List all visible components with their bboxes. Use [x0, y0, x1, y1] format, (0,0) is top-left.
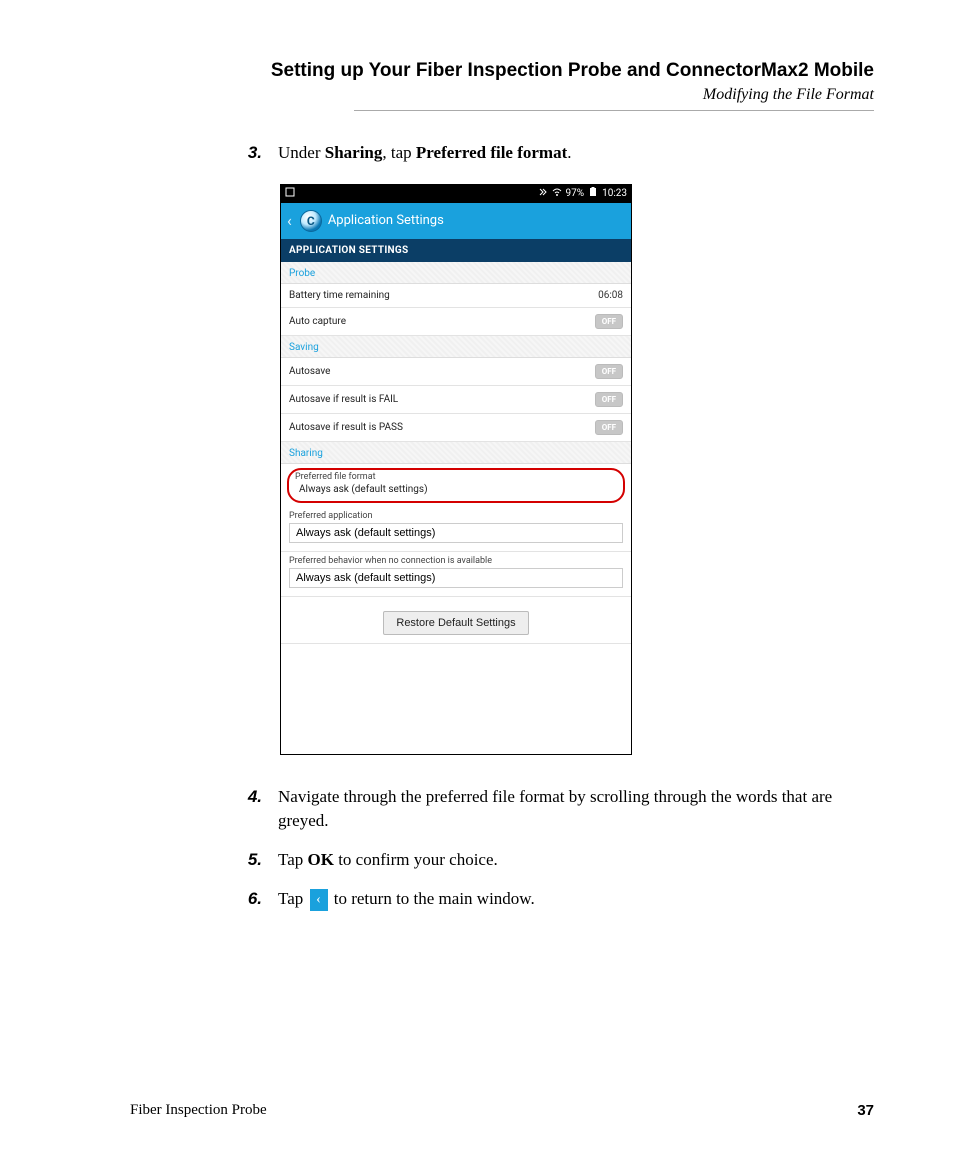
- step-4: 4. Navigate through the preferred file f…: [240, 785, 874, 834]
- app-titlebar: ‹ C Application Settings: [281, 203, 631, 239]
- step-number: 5.: [240, 848, 262, 873]
- notification-icon: [285, 187, 295, 200]
- callout-preferred-file-format: Preferred file format Always ask (defaul…: [287, 468, 625, 503]
- restore-default-button[interactable]: Restore Default Settings: [383, 611, 528, 635]
- row-autosave-pass[interactable]: Autosave if result is PASS OFF: [281, 414, 631, 442]
- battery-pct: 97%: [566, 188, 585, 199]
- step-6: 6. Tap ‹ to return to the main window.: [240, 887, 874, 912]
- app-badge-icon: C: [300, 210, 322, 232]
- step-text: Under Sharing, tap Preferred file format…: [278, 141, 572, 166]
- footer-product: Fiber Inspection Probe: [130, 1102, 267, 1119]
- status-bar: 97% 10:23: [281, 185, 631, 203]
- step-text: Tap OK to confirm your choice.: [278, 848, 498, 873]
- back-icon[interactable]: ‹: [285, 211, 294, 230]
- step-number: 6.: [240, 887, 262, 912]
- toggle-off[interactable]: OFF: [595, 392, 623, 407]
- toggle-off[interactable]: OFF: [595, 314, 623, 329]
- label: Auto capture: [289, 316, 346, 327]
- chapter-title: Setting up Your Fiber Inspection Probe a…: [130, 60, 874, 82]
- pref-app-label: Preferred application: [289, 511, 623, 521]
- step-5: 5. Tap OK to confirm your choice.: [240, 848, 874, 873]
- value: 06:08: [598, 290, 623, 301]
- wifi-icon: [552, 187, 562, 200]
- row-preferred-behavior[interactable]: Preferred behavior when no connection is…: [281, 552, 631, 597]
- row-preferred-application[interactable]: Preferred application Always ask (defaul…: [281, 507, 631, 552]
- footer-page-number: 37: [857, 1102, 874, 1119]
- battery-icon: [588, 187, 598, 200]
- label: Battery time remaining: [289, 290, 390, 301]
- titlebar-text: Application Settings: [328, 213, 444, 228]
- section-header-sharing: Sharing: [281, 442, 631, 464]
- empty-space: [281, 644, 631, 754]
- row-autosave-fail[interactable]: Autosave if result is FAIL OFF: [281, 386, 631, 414]
- label: Autosave if result is PASS: [289, 422, 403, 433]
- settings-header: APPLICATION SETTINGS: [281, 239, 631, 262]
- section-header-saving: Saving: [281, 336, 631, 358]
- row-battery-time[interactable]: Battery time remaining 06:08: [281, 284, 631, 308]
- pref-conn-field[interactable]: Always ask (default settings): [289, 568, 623, 588]
- toggle-off[interactable]: OFF: [595, 364, 623, 379]
- row-autosave[interactable]: Autosave OFF: [281, 358, 631, 386]
- step-3: 3. Under Sharing, tap Preferred file for…: [240, 141, 874, 166]
- phone-screenshot: 97% 10:23 ‹ C Application Settings APPLI…: [280, 184, 632, 755]
- toggle-off[interactable]: OFF: [595, 420, 623, 435]
- pref-conn-label: Preferred behavior when no connection is…: [289, 556, 623, 566]
- step-text: Navigate through the preferred file form…: [278, 785, 874, 834]
- vibrate-icon: [538, 187, 548, 200]
- page-footer: Fiber Inspection Probe 37: [130, 1102, 874, 1119]
- header-rule: [354, 110, 874, 111]
- step-text: Tap ‹ to return to the main window.: [278, 887, 535, 912]
- pref-file-format-label: Preferred file format: [295, 472, 617, 482]
- step-number: 3.: [240, 141, 262, 166]
- label: Autosave if result is FAIL: [289, 394, 398, 405]
- section-subtitle: Modifying the File Format: [130, 86, 874, 104]
- step-number: 4.: [240, 785, 262, 834]
- section-header-probe: Probe: [281, 262, 631, 284]
- label: Autosave: [289, 366, 330, 377]
- clock: 10:23: [602, 188, 627, 199]
- pref-file-format-field[interactable]: Always ask (default settings): [295, 482, 617, 495]
- row-auto-capture[interactable]: Auto capture OFF: [281, 308, 631, 336]
- pref-app-field[interactable]: Always ask (default settings): [289, 523, 623, 543]
- back-icon: ‹: [310, 889, 328, 911]
